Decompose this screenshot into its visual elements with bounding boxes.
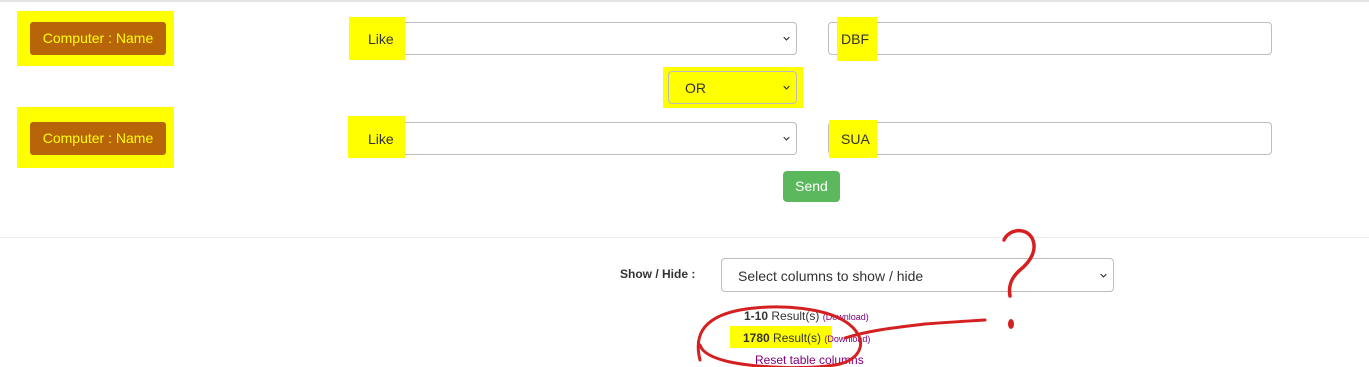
section-divider bbox=[0, 237, 1369, 238]
columns-select-value: Select columns to show / hide bbox=[738, 268, 924, 284]
total-results-line: 1780 Result(s) (Download) bbox=[743, 331, 870, 345]
chevron-down-icon bbox=[783, 85, 790, 90]
operator-select-2-value: Like bbox=[368, 131, 394, 147]
chevron-down-icon bbox=[783, 36, 790, 41]
columns-select[interactable]: Select columns to show / hide bbox=[721, 258, 1114, 292]
field-button-1[interactable]: Computer : Name bbox=[30, 22, 166, 55]
total-count: 1780 bbox=[743, 331, 770, 345]
question-mark-dot bbox=[1008, 319, 1014, 329]
combinator-select-value: OR bbox=[685, 80, 706, 96]
operator-select-2[interactable]: Like bbox=[348, 116, 797, 158]
operator-select-1[interactable]: Like bbox=[349, 17, 797, 60]
combinator-select[interactable]: OR bbox=[668, 71, 797, 104]
page-results-line: 1-10 Result(s) (Download) bbox=[744, 309, 869, 323]
top-divider bbox=[0, 0, 1369, 2]
download-all-link[interactable]: (Download) bbox=[824, 334, 870, 344]
page-range: 1-10 bbox=[744, 309, 769, 323]
show-hide-label: Show / Hide : bbox=[620, 267, 696, 281]
download-page-link[interactable]: (Download) bbox=[823, 312, 869, 322]
value-input-2-text: SUA bbox=[841, 131, 870, 147]
value-input-2[interactable]: SUA bbox=[828, 120, 1272, 158]
reset-columns-link[interactable]: Reset table columns bbox=[755, 353, 864, 367]
send-button[interactable]: Send bbox=[783, 171, 840, 202]
value-input-1[interactable]: DBF bbox=[828, 17, 1272, 61]
operator-select-1-value: Like bbox=[368, 31, 394, 47]
total-results-suffix: Result(s) bbox=[773, 331, 822, 345]
chevron-down-icon bbox=[1100, 273, 1107, 278]
annotation-overlay bbox=[696, 228, 1036, 367]
field-button-2[interactable]: Computer : Name bbox=[30, 122, 166, 155]
chevron-down-icon bbox=[783, 136, 790, 141]
value-input-1-text: DBF bbox=[841, 31, 869, 47]
page-results-suffix: Result(s) bbox=[771, 309, 820, 323]
